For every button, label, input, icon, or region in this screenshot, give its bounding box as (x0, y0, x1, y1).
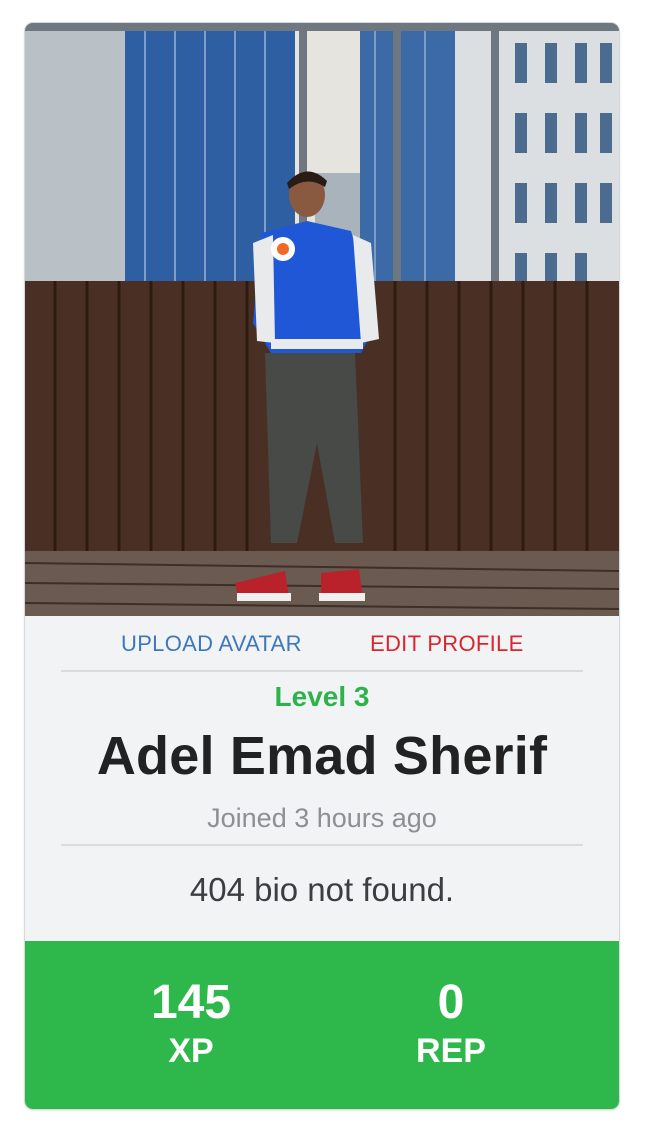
user-name: Adel Emad Sherif (96, 726, 548, 786)
profile-avatar-image (25, 23, 619, 616)
divider (61, 844, 583, 846)
profile-card: UPLOAD AVATAR EDIT PROFILE Level 3 Adel … (25, 23, 619, 1109)
xp-value: 145 (150, 976, 232, 1029)
upload-avatar-link[interactable]: UPLOAD AVATAR (121, 631, 302, 657)
rep-stat: 0 REP (351, 975, 551, 1071)
joined-time: Joined 3 hours ago (207, 803, 437, 833)
stats-panel: 145 XP 0 REP (25, 941, 619, 1109)
profile-actions: UPLOAD AVATAR EDIT PROFILE (25, 616, 619, 672)
rep-label: REP (416, 1032, 486, 1070)
user-bio: 404 bio not found. (189, 871, 455, 908)
divider (61, 670, 583, 672)
edit-profile-link[interactable]: EDIT PROFILE (370, 631, 524, 657)
xp-stat: 145 XP (91, 975, 291, 1071)
user-level: Level 3 (274, 681, 370, 712)
rep-value: 0 (437, 976, 465, 1029)
xp-label: XP (168, 1032, 214, 1070)
